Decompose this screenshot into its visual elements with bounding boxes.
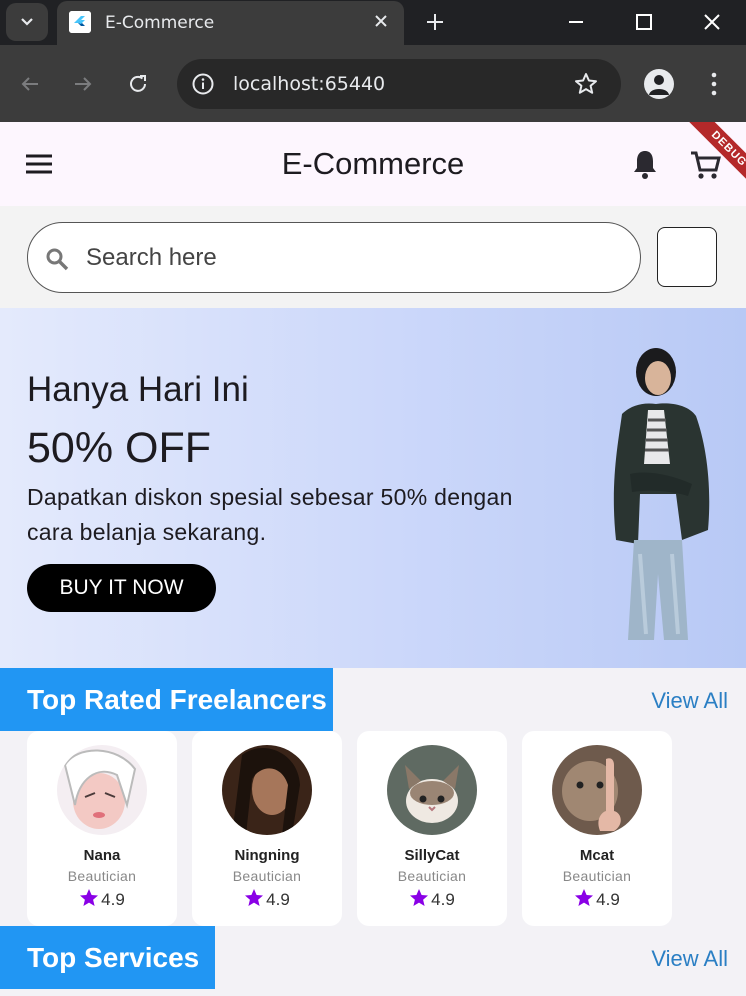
more-vert-icon[interactable] <box>704 71 724 97</box>
rating-value: 4.9 <box>596 890 620 909</box>
freelancer-card[interactable]: Mcat Beautician 4.9 <box>522 731 672 926</box>
freelancers-view-all-link[interactable]: View All <box>651 688 728 714</box>
url-text[interactable]: localhost:65440 <box>233 73 385 95</box>
banner-discount: 50% OFF <box>27 424 211 472</box>
services-view-all-link[interactable]: View All <box>651 946 728 972</box>
star-icon <box>575 889 594 906</box>
rating-value: 4.9 <box>266 890 290 909</box>
close-icon[interactable] <box>372 12 390 30</box>
shopping-cart-icon[interactable] <box>688 148 722 182</box>
browser-tabbar: E-Commerce <box>0 0 746 45</box>
app-bar: E-Commerce <box>0 122 746 206</box>
search-section <box>0 206 746 308</box>
flutter-icon <box>69 11 91 33</box>
freelancer-rating: 4.9 <box>27 888 177 910</box>
freelancer-card[interactable]: Nana Beautician 4.9 <box>27 731 177 926</box>
browser-toolbar: localhost:65440 <box>0 45 746 122</box>
profile-avatar[interactable] <box>644 69 674 99</box>
freelancer-rating: 4.9 <box>522 888 672 910</box>
avatar-image <box>222 745 312 835</box>
search-field[interactable] <box>27 222 641 293</box>
plus-icon[interactable] <box>424 11 446 33</box>
back-arrow-icon[interactable] <box>19 73 41 95</box>
star-outline-icon[interactable] <box>573 71 599 97</box>
freelancer-role: Beautician <box>232 868 302 884</box>
banner-title: Hanya Hari Ini <box>27 370 249 409</box>
rating-value: 4.9 <box>431 890 455 909</box>
freelancer-name: Ningning <box>234 847 300 864</box>
browser-tab[interactable]: E-Commerce <box>57 1 404 45</box>
freelancer-role: Beautician <box>67 868 137 884</box>
banner-description: Dapatkan diskon spesial sebesar 50% deng… <box>27 484 513 545</box>
freelancer-rating: 4.9 <box>357 888 507 910</box>
forward-arrow-icon[interactable] <box>72 73 94 95</box>
avatar-image <box>552 745 642 835</box>
avatar-image <box>57 745 147 835</box>
person-icon <box>649 75 669 95</box>
filter-button[interactable] <box>657 227 717 287</box>
search-input[interactable] <box>86 243 606 273</box>
freelancer-card[interactable]: Ningning Beautician 4.9 <box>192 731 342 926</box>
star-icon <box>80 889 99 906</box>
window-close-icon[interactable] <box>702 12 722 32</box>
maximize-icon[interactable] <box>634 12 654 32</box>
freelancer-role: Beautician <box>562 868 632 884</box>
freelancer-role: Beautician <box>397 868 467 884</box>
avatar <box>387 745 477 835</box>
info-icon[interactable] <box>191 72 215 96</box>
chevron-down-icon <box>21 18 33 26</box>
avatar <box>222 745 312 835</box>
freelancer-name: Nana <box>83 847 121 864</box>
freelancer-list: Nana Beautician 4.9 Ningning Beautician … <box>27 731 727 926</box>
top-services-heading: Top Services <box>0 926 215 989</box>
avatar-image <box>387 745 477 835</box>
freelancer-card[interactable]: SillyCat Beautician 4.9 <box>357 731 507 926</box>
address-bar[interactable]: localhost:65440 <box>177 59 621 109</box>
promo-banner: Hanya Hari Ini 50% OFF Dapatkan diskon s… <box>0 308 746 668</box>
avatar <box>57 745 147 835</box>
minimize-icon[interactable] <box>566 12 586 32</box>
star-icon <box>410 889 429 906</box>
search-icon <box>46 248 69 271</box>
star-icon <box>245 889 264 906</box>
model-image <box>613 348 710 640</box>
rating-value: 4.9 <box>101 890 125 909</box>
top-freelancers-heading: Top Rated Freelancers <box>0 668 333 731</box>
freelancer-name: SillyCat <box>404 847 460 864</box>
freelancer-name: Mcat <box>579 847 615 864</box>
tab-search-button[interactable] <box>6 3 48 41</box>
avatar <box>552 745 642 835</box>
buy-it-now-button[interactable]: BUY IT NOW <box>27 564 216 612</box>
reload-icon[interactable] <box>127 73 149 95</box>
bell-icon[interactable] <box>630 148 660 180</box>
freelancer-rating: 4.9 <box>192 888 342 910</box>
tab-title: E-Commerce <box>105 13 215 33</box>
